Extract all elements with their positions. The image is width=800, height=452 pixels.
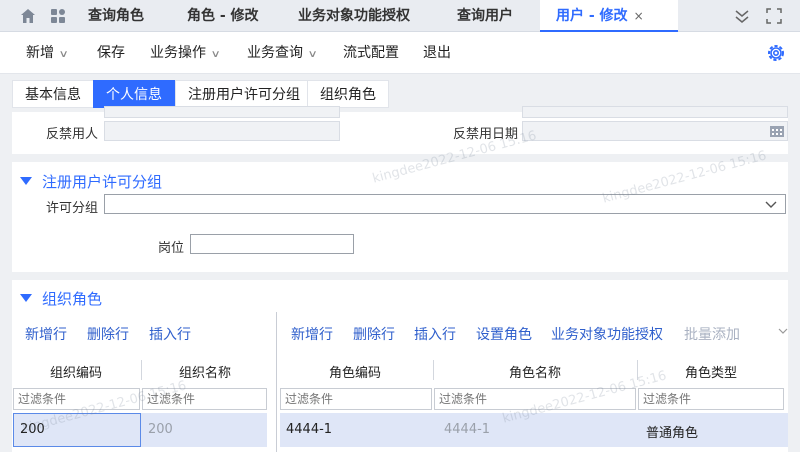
table-row[interactable]: 4444-1 4444-1 普通角色 (280, 413, 788, 447)
role-code-filter-input[interactable] (280, 388, 432, 410)
role-code-header[interactable]: 角色编码 (278, 362, 432, 381)
role-code-value: 4444-1 (286, 422, 333, 437)
ban-info-panel: 反禁用人 反禁用日期 (12, 106, 788, 154)
role-type-filter-input[interactable] (638, 388, 784, 410)
subtab-license-group[interactable]: 注册用户许可分组 (175, 80, 313, 108)
scrolled-field (522, 106, 788, 118)
role-add-row-button[interactable]: 新增行 (291, 324, 333, 344)
set-role-button[interactable]: 设置角色 (476, 324, 532, 344)
fullscreen-icon[interactable] (766, 8, 782, 24)
subtab-org-role[interactable]: 组织角色 (307, 80, 389, 108)
org-code-filter-input[interactable] (13, 388, 140, 410)
ban-date-field (522, 121, 788, 141)
org-code-header[interactable]: 组织编码 (12, 362, 140, 381)
batch-add-button[interactable]: 批量添加 (684, 324, 740, 344)
business-ops-label: 业务操作 (150, 45, 206, 61)
subtab-personal-info[interactable]: 个人信息 (93, 80, 175, 108)
role-type-header[interactable]: 角色类型 (638, 362, 784, 381)
apps-grid-icon[interactable] (50, 8, 66, 24)
org-name-header[interactable]: 组织名称 (142, 362, 268, 381)
scrolled-field (104, 106, 340, 118)
new-button-label: 新增 (26, 45, 54, 61)
collapse-triangle-icon (20, 176, 32, 185)
ban-user-label: 反禁用人 (45, 127, 98, 142)
org-name-value: 200 (148, 422, 173, 437)
role-type-value: 普通角色 (646, 426, 699, 441)
ban-date-label: 反禁用日期 (452, 127, 518, 142)
table-row[interactable]: 200 200 (13, 413, 267, 447)
role-delete-row-button[interactable]: 删除行 (353, 324, 395, 344)
org-name-filter-input[interactable] (142, 388, 267, 410)
collapse-triangle-icon (20, 293, 32, 302)
grid-splitter[interactable] (276, 312, 277, 452)
business-object-auth-button[interactable]: 业务对象功能授权 (551, 324, 663, 344)
calendar-icon[interactable] (769, 124, 785, 138)
license-group-panel: 注册用户许可分组 许可分组 岗位 (12, 162, 788, 272)
chevron-down-icon[interactable] (778, 326, 788, 336)
ban-user-field (104, 121, 340, 141)
org-role-panel: 组织角色 新增行 删除行 插入行 组织编码 组织名称 200 200 新增行 删… (12, 280, 788, 452)
chevron-down-icon[interactable] (765, 199, 777, 209)
tab-user-edit[interactable]: 用户 - 修改 × (540, 0, 678, 32)
org-role-title: 组织角色 (42, 290, 103, 308)
business-query-button[interactable]: 业务查询 ∨ (247, 32, 318, 74)
business-query-label: 业务查询 (247, 45, 303, 61)
toolbar: 新增 ∨ 保存 业务操作 ∨ 业务查询 ∨ 流式配置 退出 (0, 32, 800, 74)
role-name-value: 4444-1 (444, 422, 491, 437)
new-button[interactable]: 新增 ∨ (26, 32, 69, 74)
tab-query-role[interactable]: 查询角色 (88, 0, 144, 32)
chevron-down-icon: ∨ (210, 49, 221, 60)
flow-config-button[interactable]: 流式配置 (343, 32, 399, 74)
org-insert-row-button[interactable]: 插入行 (149, 324, 191, 344)
license-group-section-header[interactable]: 注册用户许可分组 (20, 171, 162, 192)
role-name-header[interactable]: 角色名称 (434, 362, 636, 381)
tab-query-user[interactable]: 查询用户 (457, 0, 513, 32)
license-group-title: 注册用户许可分组 (42, 173, 163, 191)
chevron-down-icon: ∨ (307, 49, 318, 60)
subtab-basic-info[interactable]: 基本信息 (12, 80, 94, 108)
exit-button[interactable]: 退出 (423, 32, 451, 74)
license-group-select[interactable] (104, 194, 786, 214)
org-add-row-button[interactable]: 新增行 (25, 324, 67, 344)
gear-icon[interactable] (766, 43, 786, 63)
business-ops-button[interactable]: 业务操作 ∨ (150, 32, 221, 74)
save-button[interactable]: 保存 (97, 32, 125, 74)
position-label: 岗位 (157, 241, 184, 256)
role-name-filter-input[interactable] (434, 388, 636, 410)
double-chevron-down-icon[interactable] (734, 8, 750, 24)
close-tab-icon[interactable]: × (634, 9, 644, 23)
chevron-down-icon: ∨ (58, 49, 69, 60)
org-code-value: 200 (20, 422, 45, 437)
tab-business-object-authorization[interactable]: 业务对象功能授权 (298, 0, 410, 32)
org-delete-row-button[interactable]: 删除行 (87, 324, 129, 344)
license-group-label: 许可分组 (45, 201, 98, 216)
top-tab-bar: 查询角色 角色 - 修改 业务对象功能授权 查询用户 用户 - 修改 × (0, 0, 800, 32)
home-icon[interactable] (20, 8, 36, 24)
tab-role-edit[interactable]: 角色 - 修改 (187, 0, 259, 32)
position-input[interactable] (190, 234, 354, 254)
org-role-section-header[interactable]: 组织角色 (20, 288, 102, 309)
role-insert-row-button[interactable]: 插入行 (414, 324, 456, 344)
tab-user-edit-label: 用户 - 修改 (556, 8, 628, 24)
